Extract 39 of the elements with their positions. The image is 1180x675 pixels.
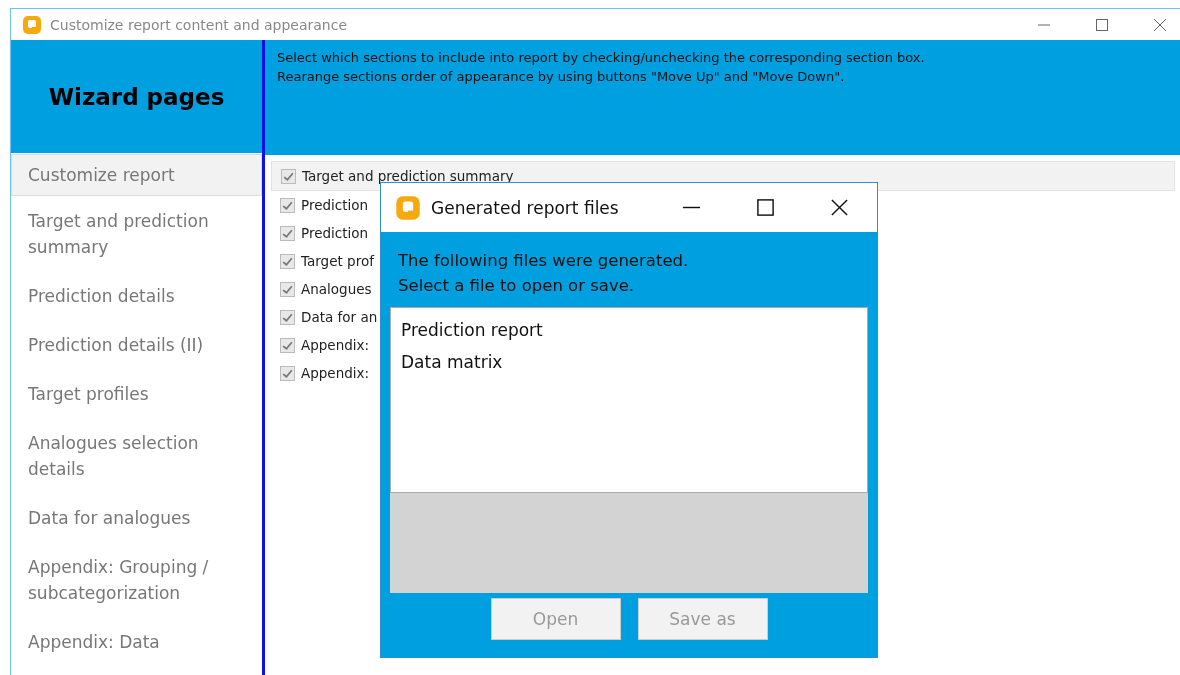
checkbox[interactable]: [280, 225, 295, 241]
checkbox[interactable]: [280, 281, 295, 297]
sidebar-item[interactable]: Target profiles: [11, 369, 262, 418]
file-item[interactable]: Data matrix: [401, 346, 857, 378]
sidebar-item[interactable]: Data for analogues: [11, 493, 262, 542]
instruction-text: Select which sections to include into report by checking/unchecking the corresponding section box.: [277, 49, 926, 67]
sidebar-item[interactable]: Prediction details: [11, 271, 262, 320]
window-title: Customize report content and appearance: [50, 16, 348, 33]
section-label: Target prof: [301, 253, 374, 269]
sidebar-item[interactable]: Target and prediction summary: [11, 196, 262, 271]
sidebar-item[interactable]: Appendix: Grouping / subcategorization: [11, 542, 262, 617]
maximize-icon[interactable]: [1095, 17, 1109, 32]
close-icon[interactable]: [830, 198, 849, 217]
sidebar-header: Wizard pages: [11, 40, 262, 153]
checkbox[interactable]: [280, 309, 295, 325]
section-label: Target and prediction summary: [302, 168, 514, 184]
app-logo-icon: [22, 14, 42, 35]
section-label: Prediction: [301, 225, 369, 241]
dialog-title: Generated report files: [431, 197, 619, 218]
section-label: Data for an: [301, 309, 378, 325]
checkbox[interactable]: [280, 253, 295, 269]
checkbox[interactable]: [281, 168, 296, 184]
checkbox[interactable]: [280, 197, 295, 213]
instruction-text: Rearange sections order of appearance by using buttons "Move Up" and "Move Down".: [277, 68, 846, 86]
sidebar-item[interactable]: Customize report: [11, 154, 262, 196]
dialog-message: Select a file to open or save.: [398, 275, 636, 297]
app-logo-icon: [395, 194, 421, 221]
checkbox[interactable]: [280, 365, 295, 381]
sidebar-item[interactable]: Appendix: Data: [11, 617, 262, 666]
maximize-icon[interactable]: [756, 198, 775, 217]
checkbox[interactable]: [280, 337, 295, 353]
dialog-message: The following files were generated.: [398, 250, 690, 272]
section-label: Prediction: [301, 197, 369, 213]
sidebar-item[interactable]: Analogues selection details: [11, 418, 262, 493]
sidebar-item[interactable]: Prediction details (II): [11, 320, 262, 369]
section-label: Appendix:: [301, 365, 370, 381]
section-label: Analogues: [301, 281, 372, 297]
section-label: Appendix:: [301, 337, 370, 353]
file-item[interactable]: Prediction report: [401, 314, 857, 346]
